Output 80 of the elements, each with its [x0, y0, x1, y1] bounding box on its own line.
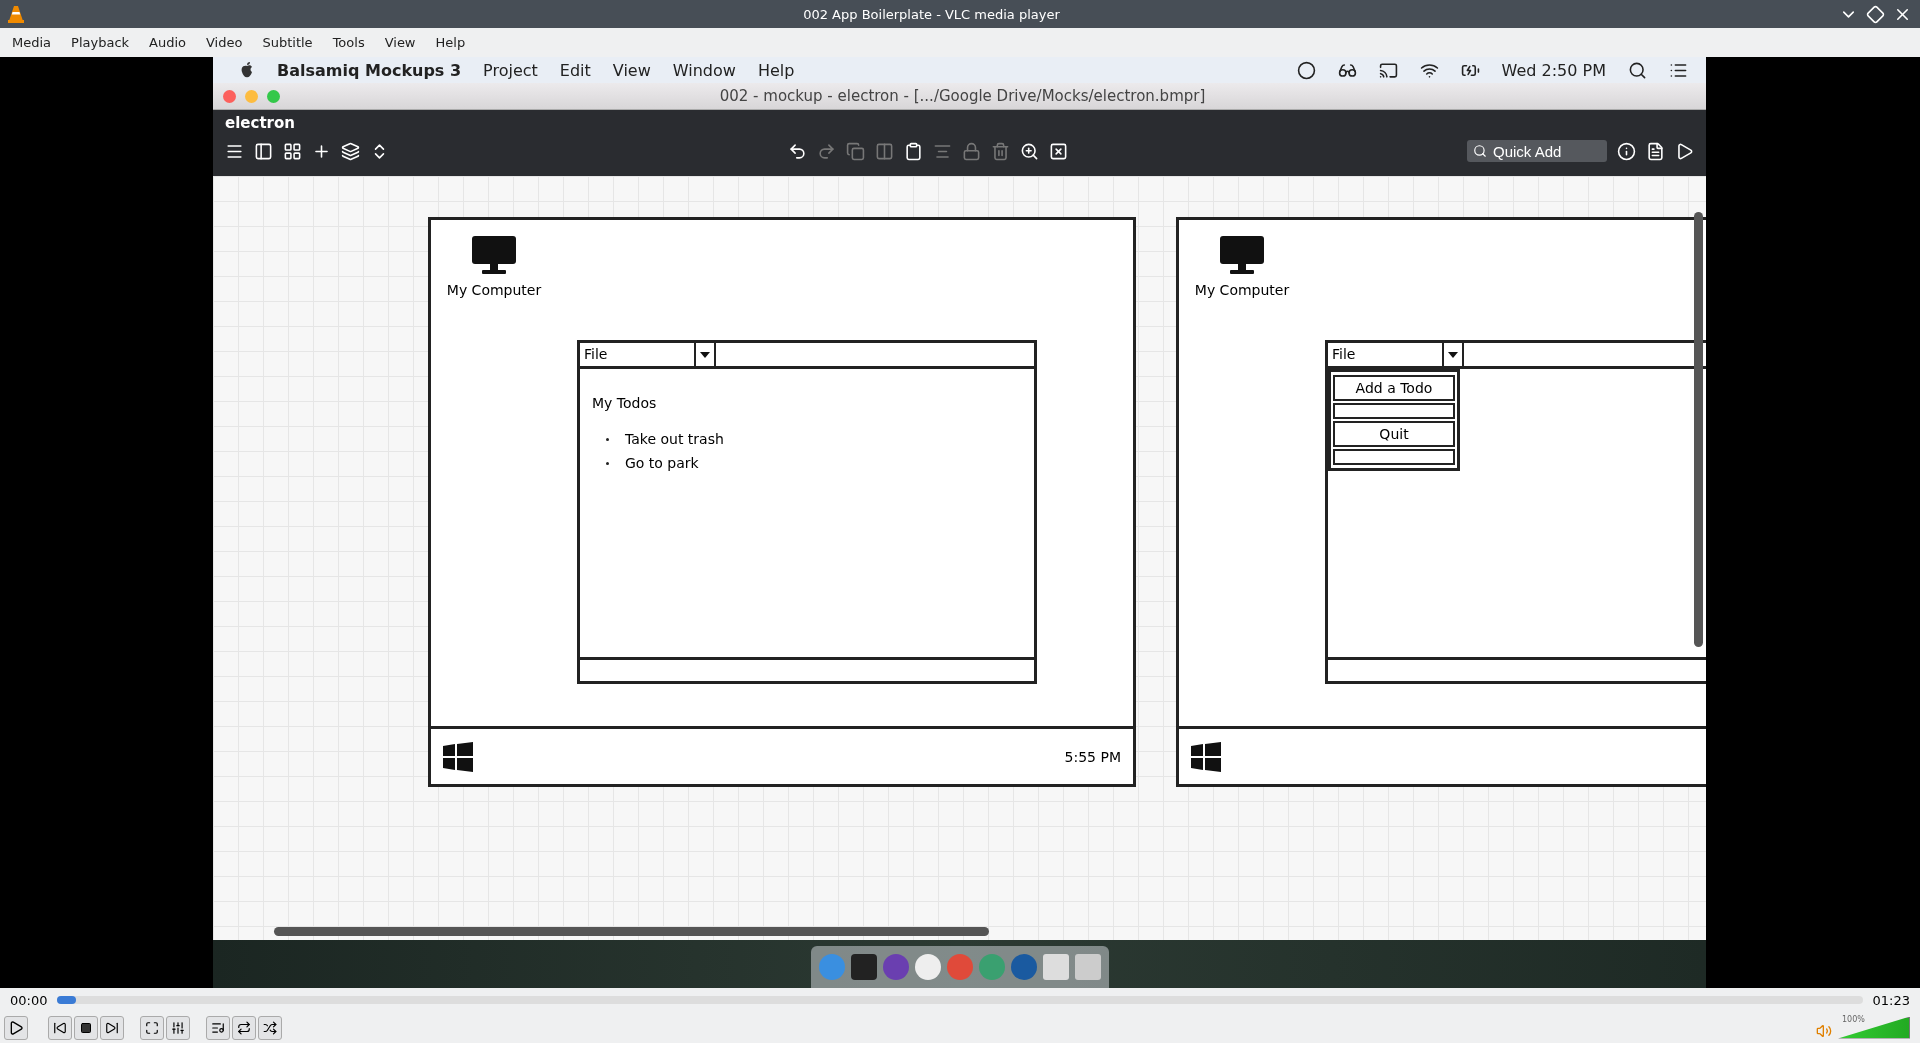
menu-item[interactable]: Help — [425, 35, 476, 50]
lock-icon[interactable] — [962, 141, 981, 161]
caret-icon — [700, 351, 710, 358]
volume-label: 100% — [1842, 1014, 1865, 1024]
menu-item[interactable]: Help — [757, 60, 795, 80]
next-button[interactable] — [100, 1015, 124, 1040]
todo-item: Take out trash — [592, 431, 1022, 447]
menu-item[interactable]: Quit — [1333, 421, 1455, 447]
stop-icon — [80, 1021, 92, 1034]
equalizer-button[interactable] — [166, 1015, 190, 1040]
menubar-clock: Wed 2:50 PM — [1501, 60, 1606, 80]
menu-item[interactable]: Audio — [139, 35, 196, 50]
copy-icon[interactable] — [846, 141, 865, 161]
windows-logo-icon — [443, 741, 473, 772]
quick-add-field[interactable]: Quick Add — [1491, 141, 1601, 161]
app-name[interactable]: Balsamiq Mockups 3 — [277, 60, 462, 80]
previous-button[interactable] — [48, 1015, 72, 1040]
zoom-icon[interactable] — [1020, 141, 1039, 161]
todo-item: Go to park — [592, 455, 1022, 471]
elapsed-time: 00:00 — [10, 992, 48, 1008]
airplay-icon[interactable] — [1378, 60, 1398, 80]
menu-item[interactable]: Playback — [61, 35, 140, 50]
dock-app-icon[interactable] — [850, 954, 877, 980]
stop-button[interactable] — [74, 1015, 98, 1040]
undo-icon[interactable] — [788, 141, 807, 161]
menu-item[interactable]: Window — [672, 60, 736, 80]
caret-icon — [1448, 351, 1458, 358]
monitor-icon — [470, 234, 518, 276]
traffic-cone-icon — [8, 5, 24, 23]
shuffle-button[interactable] — [258, 1015, 282, 1040]
menu-item[interactable]: View — [612, 60, 651, 80]
playlist-button[interactable] — [206, 1015, 230, 1040]
menu-item[interactable]: Video — [196, 35, 253, 50]
maximize-button[interactable] — [1866, 4, 1885, 24]
play-icon[interactable] — [1675, 141, 1694, 161]
menu-item[interactable]: View — [374, 35, 426, 50]
play-button[interactable] — [4, 1015, 28, 1040]
window-title: 002 App Boilerplate - VLC media player — [802, 6, 1061, 22]
delete-icon[interactable] — [1049, 141, 1068, 161]
menu-item[interactable]: Edit — [559, 60, 591, 80]
search-icon — [1473, 144, 1487, 158]
window-title: 002 - mockup - electron - [.../Google Drive/Mocks/electron.bmpr] — [718, 87, 1207, 105]
search-icon[interactable] — [1628, 60, 1647, 80]
panel-icon[interactable] — [254, 141, 273, 161]
quick-add-box[interactable]: Quick Add — [1467, 140, 1607, 162]
menu-item[interactable]: Media — [2, 35, 62, 50]
menu-item[interactable]: Add a Todo — [1333, 375, 1455, 401]
desktop-icon-label: My Computer — [1194, 282, 1290, 298]
playlist-icon — [211, 1020, 225, 1035]
desktop-icon-label: My Computer — [446, 282, 542, 298]
clipboard-icon[interactable] — [904, 141, 923, 161]
todos-heading: My Todos — [592, 395, 658, 411]
repeat-icon — [237, 1020, 251, 1035]
info-icon[interactable] — [1617, 141, 1636, 161]
menu-item[interactable]: Tools — [322, 35, 375, 50]
grid-icon[interactable] — [283, 141, 302, 161]
project-name: electron — [225, 114, 295, 132]
fullscreen-icon — [145, 1020, 159, 1035]
redo-icon[interactable] — [817, 141, 836, 161]
speaker-icon — [1816, 1022, 1832, 1039]
next-icon — [105, 1020, 119, 1035]
monitor-icon — [1218, 234, 1266, 276]
file-dropdown[interactable]: File — [580, 343, 716, 366]
sliders-icon — [171, 1020, 185, 1035]
file-dropdown[interactable]: File — [1328, 343, 1464, 366]
layers-icon[interactable] — [341, 141, 360, 161]
columns-icon[interactable] — [875, 141, 894, 161]
taskbar-clock: 5:55 PM — [1064, 748, 1121, 765]
shuffle-icon — [263, 1020, 277, 1035]
dock-app-icon[interactable] — [914, 954, 941, 980]
windows-logo-icon — [1191, 741, 1221, 772]
record-icon[interactable] — [1296, 60, 1316, 80]
apple-icon[interactable] — [239, 61, 255, 79]
menu-item[interactable]: Project — [483, 60, 538, 80]
repeat-button[interactable] — [232, 1015, 256, 1040]
total-time: 01:23 — [1872, 992, 1910, 1008]
menu-item[interactable]: Subtitle — [252, 35, 323, 50]
fullscreen-button[interactable] — [140, 1015, 164, 1040]
play-icon — [8, 1019, 24, 1036]
previous-icon — [53, 1020, 67, 1035]
